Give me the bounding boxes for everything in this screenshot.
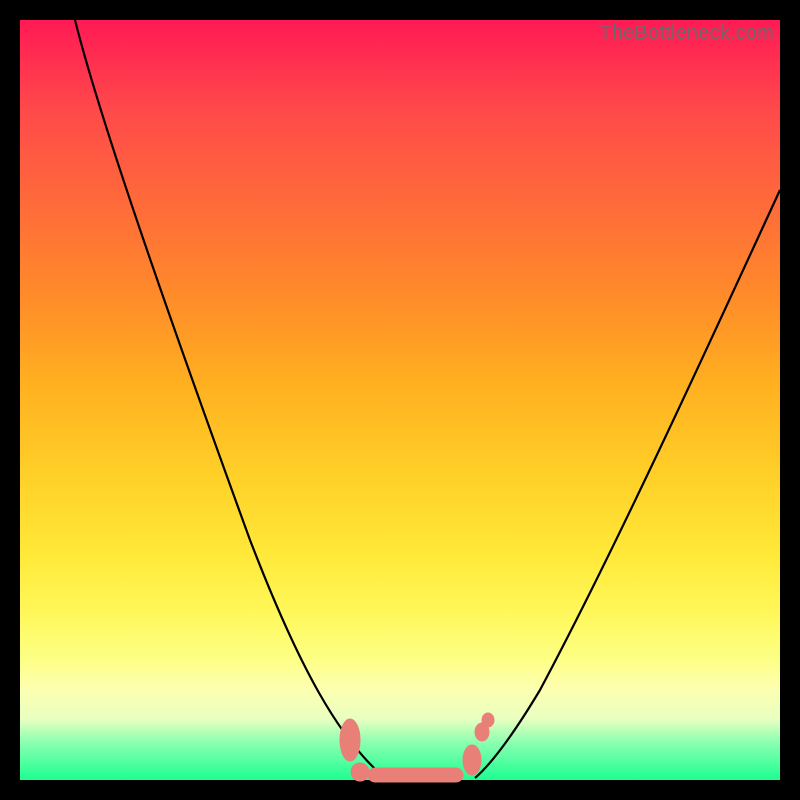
floor-blob (340, 719, 360, 761)
left-curve (75, 20, 385, 778)
floor-blob (482, 713, 494, 727)
floor-blob (368, 768, 463, 782)
floor-blob (463, 745, 481, 775)
right-curve (475, 190, 780, 778)
chart-svg (20, 20, 780, 780)
chart-frame: TheBottleneck.com (20, 20, 780, 780)
floor-blob (351, 763, 369, 781)
